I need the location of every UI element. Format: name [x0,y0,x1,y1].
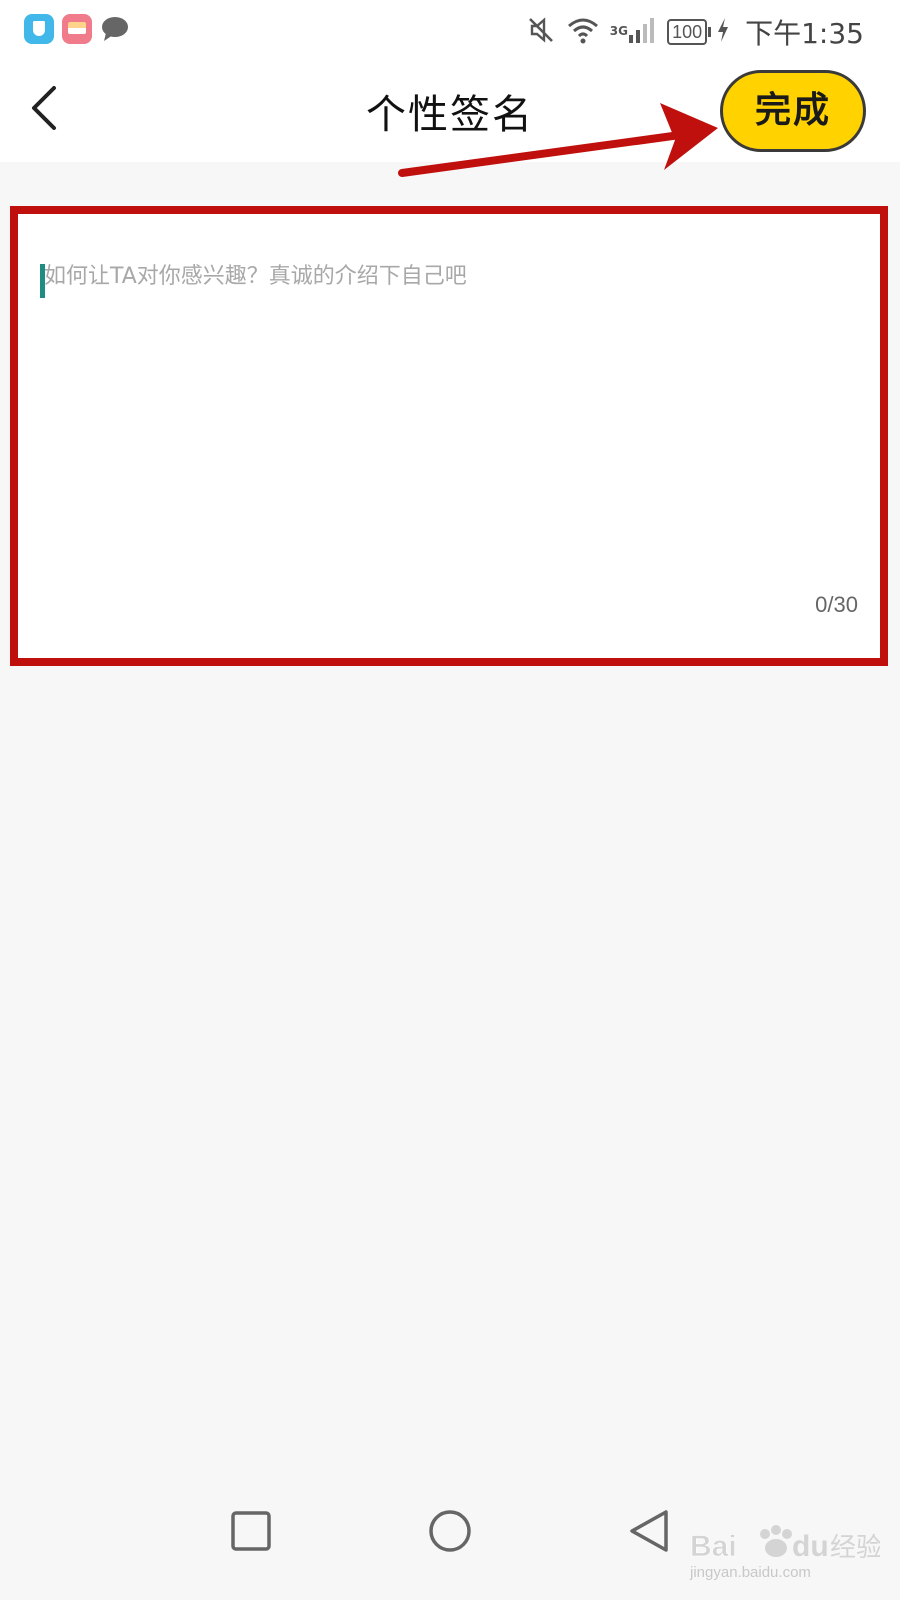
status-time: 下午1:35 [745,17,864,50]
character-counter: 0/30 [815,592,858,617]
shield-app-icon [24,14,54,44]
chat-bubble-icon [100,15,130,43]
battery-level: 100 [672,22,703,42]
signature-input-box: 0/30 [10,206,888,666]
gallery-app-icon [62,14,92,44]
navigation-bar [0,1500,900,1600]
status-bar: 3G 100 下午1:35 [0,0,900,60]
charging-icon [717,18,729,46]
battery-icon: 100 [667,19,712,45]
home-button[interactable] [427,1508,473,1558]
back-nav-button[interactable] [626,1508,672,1558]
system-status: 3G 100 下午1:35 [526,12,864,52]
network-type-label: 3G [609,24,628,38]
done-button[interactable]: 完成 [720,70,866,152]
header-bar: 个性签名 完成 [0,60,900,162]
square-icon [231,1511,271,1551]
watermark-url: jingyan.baidu.com [690,1564,811,1581]
cellular-signal-icon [627,18,657,49]
notification-icons [24,14,130,44]
wifi-icon [566,15,600,49]
triangle-back-icon [630,1510,668,1552]
text-caret [40,264,45,298]
signature-input[interactable] [38,258,874,578]
mute-icon [526,15,556,49]
circle-icon [429,1510,471,1552]
recents-button[interactable] [228,1508,274,1558]
